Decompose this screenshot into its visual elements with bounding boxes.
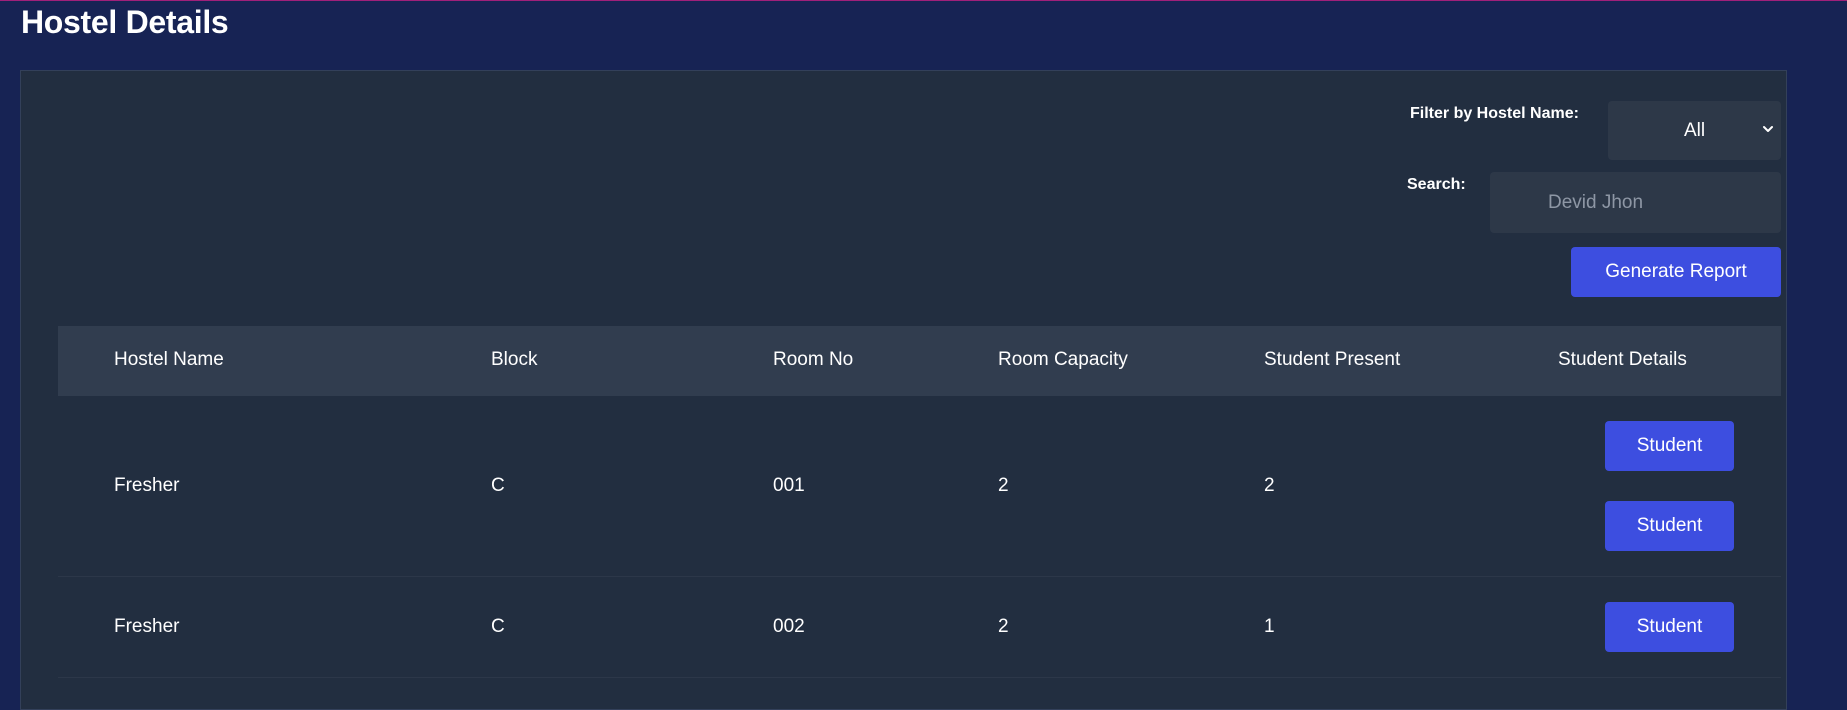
column-header-hostel-name: Hostel Name	[114, 349, 224, 370]
hostel-name-select-value: All	[1683, 120, 1706, 141]
room-no-cell: 002	[773, 616, 805, 637]
column-header-student-details: Student Details	[1558, 349, 1687, 370]
hostel-name-cell: Fresher	[114, 475, 180, 496]
hostel-name-select[interactable]: All	[1608, 101, 1781, 160]
generate-report-button[interactable]: Generate Report	[1571, 247, 1781, 297]
room-capacity-cell: 2	[998, 616, 1009, 637]
filter-hostel-label: Filter by Hostel Name:	[1410, 105, 1579, 122]
hostel-table: Hostel Name Block Room No Room Capacity …	[58, 326, 1781, 678]
block-cell: C	[491, 475, 505, 496]
student-present-cell: 2	[1264, 475, 1275, 496]
column-header-room-no: Room No	[773, 349, 854, 370]
table-header: Hostel Name Block Room No Room Capacity …	[58, 326, 1781, 396]
room-capacity-cell: 2	[998, 475, 1009, 496]
hostel-card: Filter by Hostel Name: All Search: Gener…	[20, 70, 1787, 710]
column-header-room-capacity: Room Capacity	[998, 349, 1128, 370]
student-button[interactable]: Student	[1605, 602, 1734, 652]
student-present-cell: 1	[1264, 616, 1275, 637]
student-button[interactable]: Student	[1605, 501, 1734, 551]
search-label: Search:	[1407, 176, 1466, 193]
chevron-down-icon	[1763, 126, 1773, 132]
table-row: Fresher C 002 2 1 Student	[58, 577, 1781, 678]
column-header-block: Block	[491, 349, 538, 370]
page-title: Hostel Details	[21, 4, 229, 40]
column-header-student-present: Student Present	[1264, 349, 1401, 370]
student-button[interactable]: Student	[1605, 421, 1734, 471]
room-no-cell: 001	[773, 475, 805, 496]
search-input[interactable]	[1490, 172, 1781, 233]
hostel-name-cell: Fresher	[114, 616, 180, 637]
block-cell: C	[491, 616, 505, 637]
table-row: Fresher C 001 2 2 Student Student	[58, 396, 1781, 577]
